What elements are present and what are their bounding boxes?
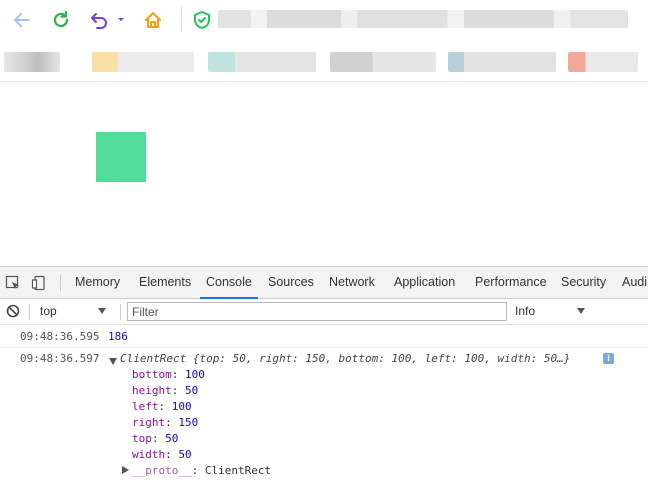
green-square — [96, 132, 146, 182]
property-value: 50 — [165, 432, 179, 445]
tab-divider — [60, 275, 61, 291]
home-icon[interactable] — [141, 8, 165, 32]
property-key: height — [132, 384, 172, 397]
toolbar-divider — [181, 6, 182, 32]
property-key: right — [132, 416, 166, 429]
chevron-down-icon[interactable] — [577, 308, 585, 314]
proto-value: ClientRect — [204, 464, 272, 477]
devtools-panel: Memory Elements Console Sources Network … — [0, 266, 648, 485]
tab-performance[interactable]: Performance — [475, 267, 547, 298]
property-value: 100 — [185, 368, 205, 381]
property-value: 50 — [185, 384, 199, 397]
tab-elements[interactable]: Elements — [139, 267, 191, 298]
reload-icon[interactable] — [49, 8, 73, 32]
device-toolbar-icon[interactable] — [31, 275, 49, 293]
property-row: top: 50 — [132, 432, 179, 445]
console-output: 09:48:36.595 186 09:48:36.597 ClientRect… — [0, 326, 648, 485]
bookmark-item[interactable] — [448, 52, 556, 72]
property-row: height: 50 — [132, 384, 199, 397]
object-summary[interactable]: ClientRect {top: 50, right: 150, bottom:… — [120, 352, 570, 365]
message-timestamp: 09:48:36.597 — [20, 352, 100, 365]
property-key: left — [132, 400, 159, 413]
console-filter-bar: top Info — [0, 299, 648, 325]
filter-divider — [120, 304, 121, 320]
tab-application[interactable]: Application — [394, 267, 455, 298]
filter-input[interactable] — [127, 302, 507, 321]
chevron-down-icon[interactable] — [98, 308, 106, 314]
undo-icon[interactable] — [88, 8, 112, 32]
expand-proto-icon[interactable] — [122, 466, 129, 474]
inspect-element-icon[interactable] — [5, 275, 23, 293]
back-icon[interactable] — [10, 8, 34, 32]
property-value: 150 — [178, 416, 199, 429]
property-key: bottom — [132, 368, 172, 381]
log-level-selector[interactable]: Info — [515, 304, 535, 318]
bookmark-item[interactable] — [92, 52, 194, 72]
expand-toggle-icon[interactable] — [109, 354, 117, 367]
property-row: left: 100 — [132, 400, 192, 413]
info-icon[interactable]: i — [603, 353, 614, 364]
chevron-down-icon[interactable] — [114, 8, 128, 32]
tab-memory[interactable]: Memory — [75, 267, 120, 298]
bookmark-item[interactable] — [208, 52, 316, 72]
bookmark-item[interactable] — [568, 52, 638, 72]
context-selector[interactable]: top — [40, 304, 57, 318]
shield-icon[interactable] — [190, 8, 214, 32]
bookmark-item[interactable] — [330, 52, 436, 72]
message-timestamp: 09:48:36.595 — [20, 330, 100, 343]
message-value: 186 — [108, 330, 128, 343]
tab-console[interactable]: Console — [200, 267, 258, 299]
property-row: width: 50 — [132, 448, 192, 461]
console-message: 09:48:36.597 ClientRect {top: 50, right:… — [0, 348, 648, 485]
filter-divider — [29, 304, 30, 320]
browser-toolbar — [0, 0, 648, 40]
proto-key: __proto__ — [132, 464, 192, 477]
devtools-tab-bar: Memory Elements Console Sources Network … — [0, 267, 648, 299]
tab-network[interactable]: Network — [329, 267, 375, 298]
address-bar[interactable] — [218, 10, 628, 28]
console-message: 09:48:36.595 186 — [0, 326, 648, 348]
property-key: width — [132, 448, 166, 461]
property-row: bottom: 100 — [132, 368, 205, 381]
tab-sources[interactable]: Sources — [268, 267, 314, 298]
property-value: 100 — [171, 400, 192, 413]
bookmarks-bar — [0, 40, 648, 82]
bookmark-item[interactable] — [4, 52, 60, 72]
page-viewport — [0, 83, 648, 266]
tab-audits[interactable]: Audi — [622, 267, 647, 298]
property-key: top — [132, 432, 152, 445]
property-value: 50 — [178, 448, 192, 461]
tab-security[interactable]: Security — [561, 267, 606, 298]
proto-row[interactable]: __proto__: ClientRect — [132, 464, 271, 477]
clear-console-icon[interactable] — [6, 304, 20, 321]
property-row: right: 150 — [132, 416, 199, 429]
